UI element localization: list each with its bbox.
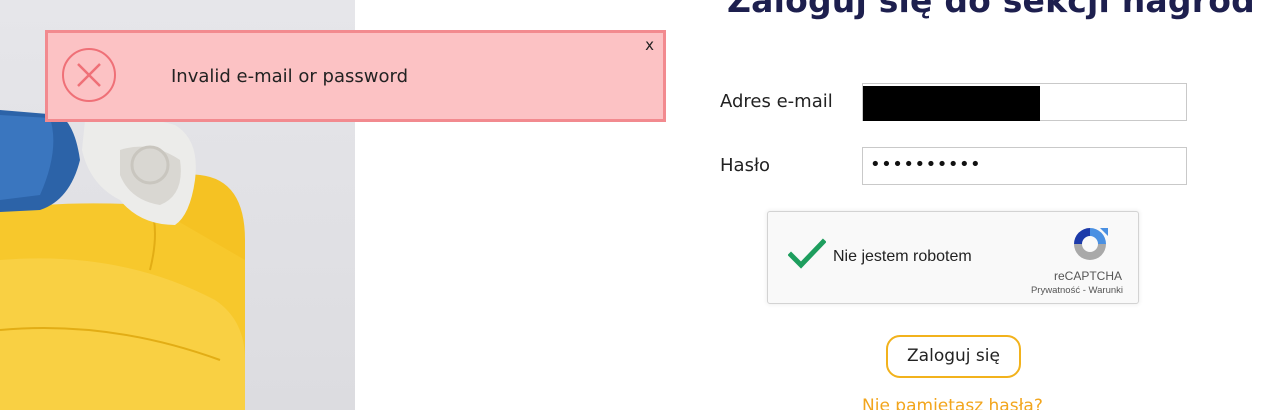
password-label: Hasło [720, 155, 771, 176]
page-title: Zaloguj się do sekcji nagród [727, 0, 1255, 20]
recaptcha-links[interactable]: Prywatność - Warunki [1031, 285, 1123, 296]
email-field[interactable] [862, 83, 1187, 121]
error-toast: Invalid e-mail or password x [45, 30, 666, 122]
recaptcha-label: Nie jestem robotem [833, 248, 972, 265]
recaptcha-widget: Nie jestem robotem reCAPTCHA Prywatność … [767, 211, 1139, 304]
forgot-password-link[interactable]: Nie pamiętasz hasła? [862, 396, 1043, 410]
email-value-redacted [863, 86, 1040, 121]
recaptcha-logo-icon [1074, 228, 1108, 260]
checkmark-icon[interactable] [788, 238, 826, 270]
error-x-circle-icon [62, 48, 116, 102]
close-toast-button[interactable]: x [645, 36, 654, 54]
recaptcha-brand: reCAPTCHA [1053, 269, 1122, 283]
password-field[interactable]: •••••••••• [862, 147, 1187, 185]
email-label: Adres e-mail [720, 91, 833, 112]
error-message: Invalid e-mail or password [171, 66, 408, 87]
password-value: •••••••••• [870, 154, 982, 175]
login-button[interactable]: Zaloguj się [886, 335, 1021, 378]
